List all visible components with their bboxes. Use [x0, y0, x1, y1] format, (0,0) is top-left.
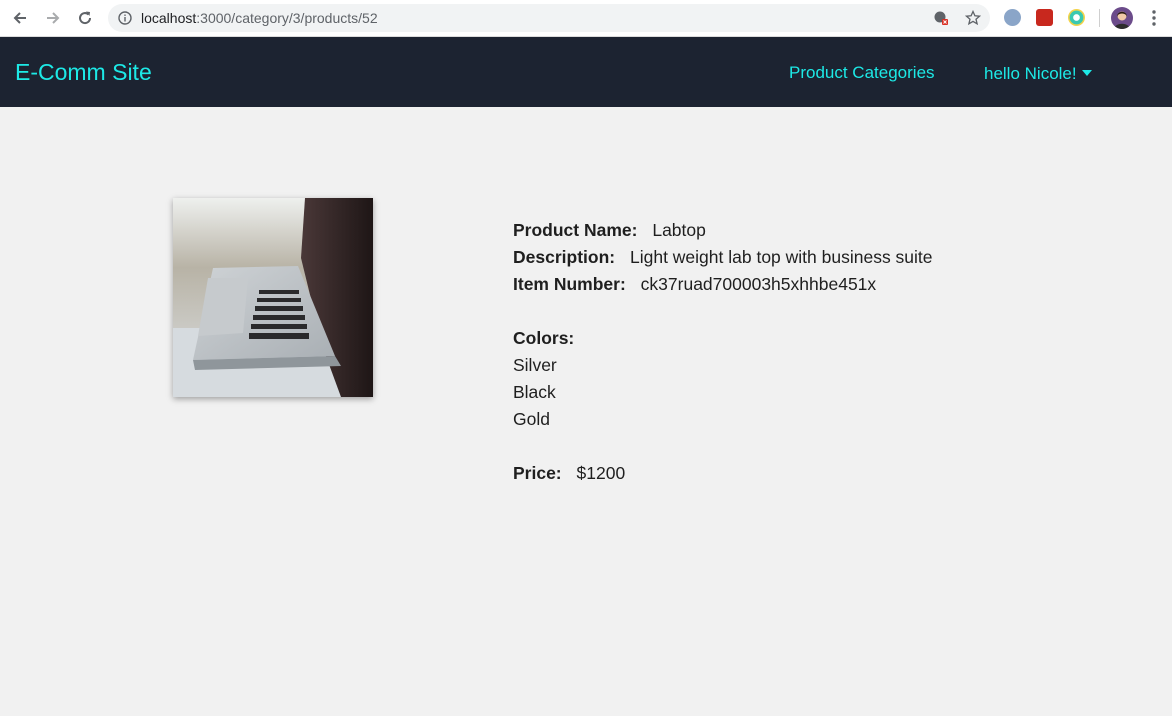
brand-link[interactable]: E-Comm Site	[15, 59, 152, 85]
product-name-row: Product Name: Labtop	[513, 220, 933, 247]
product-details: Product Name: Labtop Description: Light …	[513, 220, 933, 490]
extension-icon[interactable]	[1036, 9, 1053, 26]
info-icon[interactable]	[118, 11, 132, 25]
description-row: Description: Light weight lab top with b…	[513, 247, 933, 274]
browser-toolbar: localhost:3000/category/3/products/52	[0, 0, 1172, 37]
product-name-value: Labtop	[652, 220, 706, 240]
url-path: :3000/category/3/products/52	[196, 10, 378, 26]
product-name-label: Product Name:	[513, 220, 638, 240]
price-row: Price: $1200	[513, 463, 933, 490]
product-image	[173, 198, 373, 397]
colors-heading: Colors:	[513, 328, 933, 355]
price-label: Price:	[513, 463, 562, 483]
back-arrow-icon[interactable]	[9, 7, 31, 29]
colors-label: Colors:	[513, 328, 575, 348]
description-label: Description:	[513, 247, 616, 267]
toolbar-divider	[1099, 9, 1100, 27]
color-item: Black	[513, 382, 556, 402]
url-text[interactable]: localhost:3000/category/3/products/52	[141, 10, 378, 26]
url-host: localhost	[141, 10, 197, 26]
extension-icon[interactable]	[1004, 9, 1021, 26]
user-menu-dropdown[interactable]: hello Nicole!	[984, 64, 1092, 84]
profile-avatar[interactable]	[1111, 7, 1133, 29]
item-number-row: Item Number: ck37ruad700003h5xhhbe451x	[513, 274, 933, 301]
caret-down-icon	[1081, 70, 1092, 76]
extension-icon[interactable]	[1068, 9, 1085, 26]
user-greeting: hello Nicole!	[984, 64, 1077, 83]
description-value: Light weight lab top with business suite	[629, 247, 933, 267]
forward-arrow-icon[interactable]	[42, 7, 64, 29]
translate-blocked-icon[interactable]	[933, 10, 949, 26]
color-item: Gold	[513, 409, 550, 429]
address-bar[interactable]: localhost:3000/category/3/products/52	[108, 4, 990, 32]
reload-icon[interactable]	[74, 7, 96, 29]
bookmark-star-icon[interactable]	[965, 10, 981, 26]
app-header: E-Comm Site Product Categories hello Nic…	[0, 37, 1172, 107]
price-value: $1200	[576, 463, 626, 483]
color-item: Silver	[513, 355, 557, 375]
item-number-value: ck37ruad700003h5xhhbe451x	[640, 274, 877, 294]
kebab-menu-icon[interactable]	[1147, 9, 1161, 27]
nav-product-categories[interactable]: Product Categories	[789, 63, 935, 83]
item-number-label: Item Number:	[513, 274, 626, 294]
